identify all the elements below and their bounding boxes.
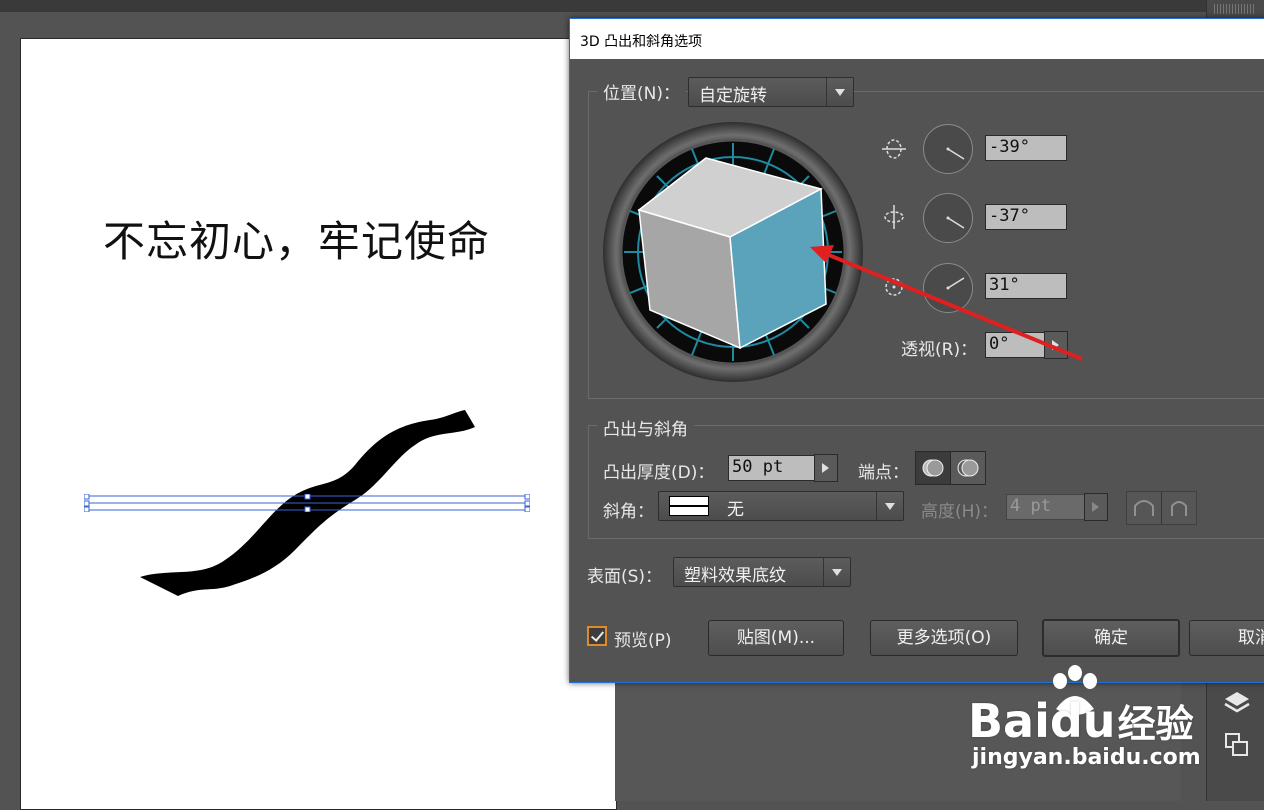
artboard-heading[interactable]: 不忘初心，牢记使命 xyxy=(103,208,490,269)
cancel-button[interactable]: 取消 xyxy=(1189,620,1264,656)
chevron-down-icon xyxy=(876,492,903,520)
bevel-value: 无 xyxy=(727,500,744,520)
extrude-depth-label: 凸出厚度(D)： xyxy=(603,463,715,483)
top-toolbar xyxy=(0,0,1264,12)
artboards-icon[interactable] xyxy=(1222,730,1252,760)
bevel-in-button[interactable] xyxy=(1161,491,1197,525)
bevel-preview-icon xyxy=(669,496,709,516)
3d-extrude-bevel-dialog: 3D 凸出和斜角选项 位置(N)： 自定旋转 -39° -37° 31° 透视(… xyxy=(569,18,1264,683)
map-art-button[interactable]: 贴图(M)... xyxy=(708,620,844,656)
extrude-group-label: 凸出与斜角 xyxy=(597,415,694,440)
chevron-down-icon xyxy=(826,78,853,106)
bevel-out-button[interactable] xyxy=(1126,491,1162,525)
preview-checkbox[interactable] xyxy=(587,626,607,646)
chevron-down-icon xyxy=(823,558,850,586)
x-axis-rotate-icon xyxy=(882,139,906,159)
height-label: 高度(H)： xyxy=(921,502,999,522)
panel-grip[interactable] xyxy=(1214,4,1254,14)
surface-value: 塑料效果底纹 xyxy=(684,566,786,586)
position-dropdown[interactable]: 自定旋转 xyxy=(688,77,854,107)
dialog-titlebar[interactable]: 3D 凸出和斜角选项 xyxy=(570,19,1264,59)
preview-label[interactable]: 预览(P) xyxy=(614,626,672,651)
height-input[interactable]: 4 pt xyxy=(1006,494,1086,520)
height-slider-button[interactable] xyxy=(1084,493,1108,521)
watermark-url: jingyan.baidu.com xyxy=(972,745,1201,770)
cap-off-button[interactable] xyxy=(950,451,986,485)
extrude-depth-input[interactable]: 50 pt xyxy=(728,455,816,481)
surface-dropdown[interactable]: 塑料效果底纹 xyxy=(673,557,851,587)
surface-label: 表面(S)： xyxy=(587,567,663,587)
selection-bounding-box[interactable] xyxy=(84,494,530,512)
bevel-label: 斜角： xyxy=(603,502,654,522)
cap-on-button[interactable] xyxy=(915,451,951,485)
y-rotation-dial[interactable] xyxy=(923,193,973,243)
x-rotation-input[interactable]: -39° xyxy=(985,135,1067,161)
bevel-dropdown[interactable]: 无 xyxy=(658,491,904,521)
y-rotation-input[interactable]: -37° xyxy=(985,204,1067,230)
watermark-brand: Baidu经验 xyxy=(968,694,1194,748)
cap-label: 端点： xyxy=(858,463,909,483)
y-axis-rotate-icon xyxy=(884,205,904,229)
baidu-jingyan-watermark: Baidu经验 jingyan.baidu.com xyxy=(968,665,1208,775)
x-rotation-dial[interactable] xyxy=(923,124,973,174)
extrude-depth-slider-button[interactable] xyxy=(814,454,838,482)
layers-icon[interactable] xyxy=(1222,688,1252,718)
position-label: 位置(N)： xyxy=(597,79,686,104)
dialog-title: 3D 凸出和斜角选项 xyxy=(580,34,703,50)
ok-button[interactable]: 确定 xyxy=(1042,619,1180,657)
annotation-red-arrow xyxy=(810,245,1083,361)
position-value: 自定旋转 xyxy=(699,86,767,106)
more-options-button[interactable]: 更多选项(O) xyxy=(870,620,1018,656)
